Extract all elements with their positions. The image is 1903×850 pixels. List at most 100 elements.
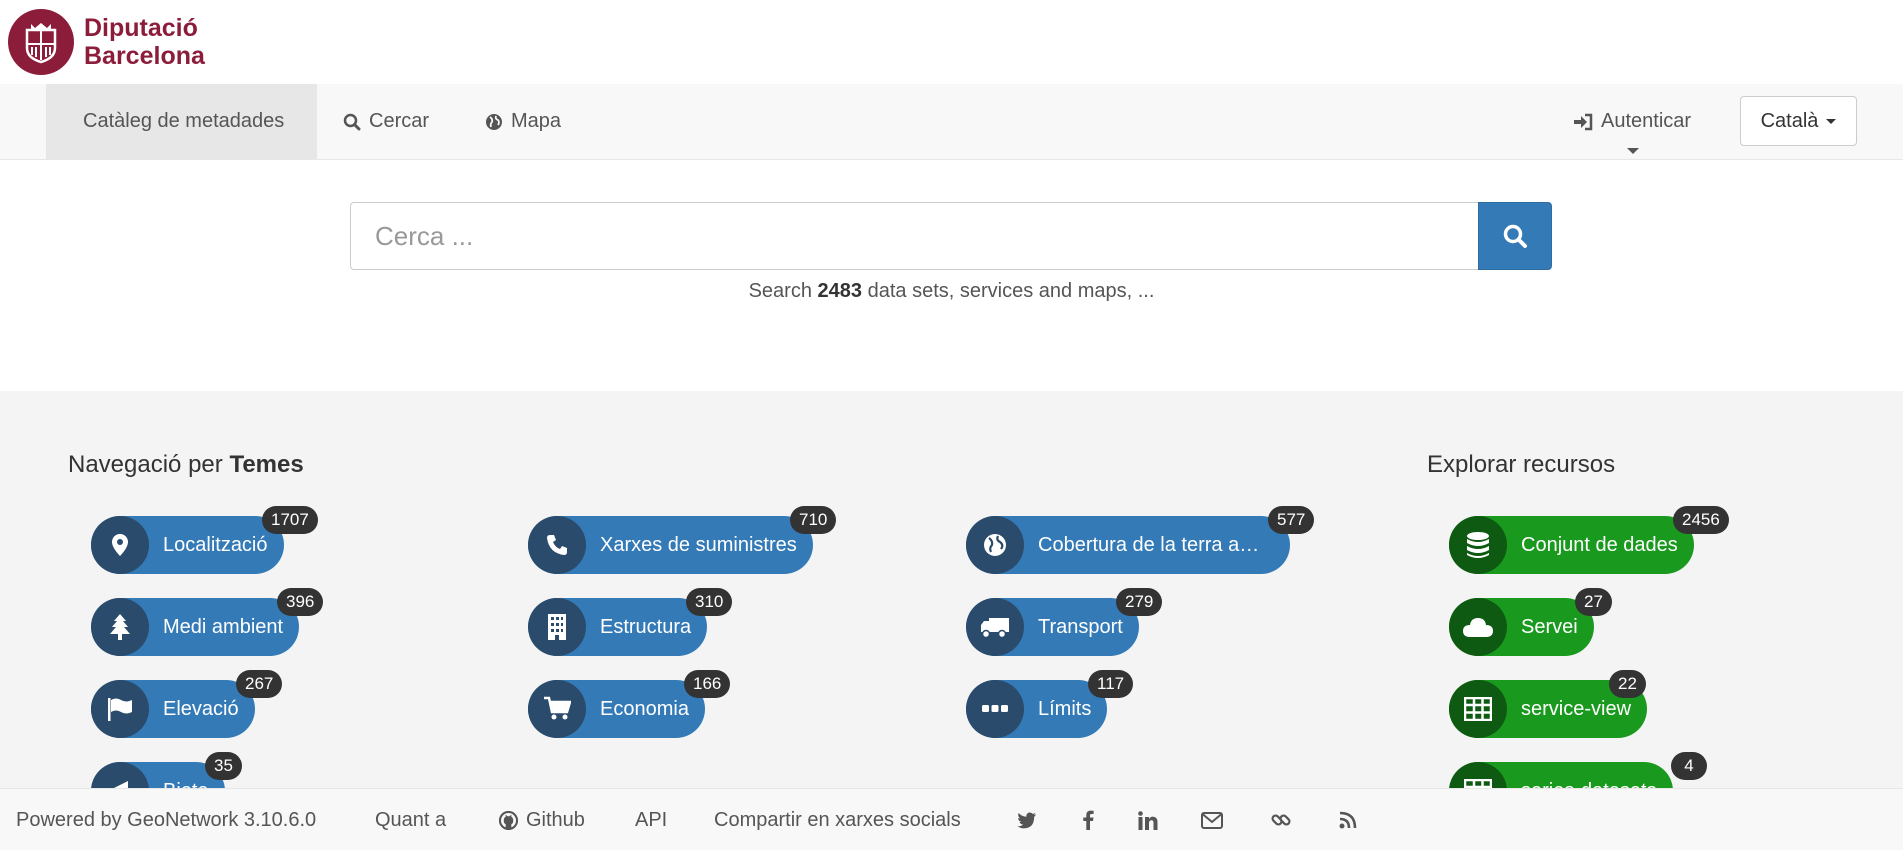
topic-chip-economia[interactable]: Economia 166 — [528, 670, 731, 738]
main-navbar: Catàleg de metadades Cercar Mapa Autenti… — [0, 84, 1903, 160]
email-icon[interactable] — [1201, 789, 1231, 850]
table-icon — [1449, 762, 1507, 788]
count-badge: 396 — [277, 588, 324, 616]
resource-label: service-view — [1521, 697, 1632, 720]
search-icon — [1503, 224, 1527, 248]
phone-icon — [528, 516, 586, 574]
footer-api-link[interactable]: API — [635, 789, 667, 850]
language-label: Català — [1760, 109, 1819, 132]
github-label: Github — [526, 808, 585, 831]
topic-label: Estructura — [600, 615, 692, 638]
logo[interactable]: Diputació Barcelona — [8, 9, 205, 75]
count-badge: 1707 — [262, 506, 318, 534]
header: Diputació Barcelona — [0, 0, 1903, 84]
browse-section: Navegació per Temes Explorar recursos Lo… — [0, 391, 1903, 788]
coat-of-arms-icon — [8, 9, 74, 75]
search-input[interactable] — [350, 202, 1478, 270]
resources-title: Explorar recursos — [1427, 451, 1616, 478]
tree-icon — [91, 598, 149, 656]
footer-powered-by[interactable]: Powered by GeoNetwork 3.10.6.0 — [16, 789, 316, 850]
nav-search[interactable]: Cercar — [343, 84, 429, 159]
topic-label: Cobertura de la terra amb mapes de base … — [1038, 533, 1290, 556]
resource-label: Servei — [1521, 615, 1578, 638]
building-icon — [528, 598, 586, 656]
topic-chip-limits[interactable]: Límits 117 — [966, 670, 1134, 738]
brand-name: Diputació Barcelona — [84, 14, 205, 70]
search-hint-suffix: data sets, services and maps, ... — [867, 280, 1155, 302]
search-bar — [350, 202, 1552, 270]
count-badge: 2456 — [1673, 506, 1729, 534]
footer-about-link[interactable]: Quant a — [375, 789, 446, 850]
github-icon — [499, 810, 518, 830]
resource-chip-service[interactable]: Servei 27 — [1449, 588, 1612, 656]
record-count: 2483 — [817, 280, 863, 302]
sign-in-icon — [1574, 113, 1593, 130]
count-badge: 35 — [205, 752, 242, 780]
topic-chip-biota[interactable]: Biota 35 — [91, 752, 242, 789]
search-hint: Search 2483 data sets, services and maps… — [0, 280, 1903, 303]
topics-title-prefix: Navegació per — [68, 451, 223, 478]
topic-chip-xarxes[interactable]: Xarxes de suministres 710 — [528, 506, 837, 574]
facebook-icon[interactable] — [1083, 789, 1102, 850]
table-icon — [1449, 680, 1507, 738]
footer-share-label: Compartir en xarxes socials — [714, 808, 961, 831]
chevron-down-icon — [1826, 118, 1837, 124]
count-badge: 22 — [1609, 670, 1646, 698]
topic-chip-cobertura[interactable]: Cobertura de la terra amb mapes de base … — [966, 506, 1315, 574]
topic-chip-transport[interactable]: Transport 279 — [966, 588, 1163, 656]
footer: Powered by GeoNetwork 3.10.6.0 Quant a G… — [0, 788, 1903, 850]
count-badge: 4 — [1671, 752, 1707, 780]
topic-label: Xarxes de suministres — [600, 533, 797, 556]
count-badge: 117 — [1088, 670, 1134, 698]
topic-chip-medi-ambient[interactable]: Medi ambient 396 — [91, 588, 324, 656]
resource-label: Conjunt de dades — [1521, 533, 1678, 556]
resource-chip-service-view[interactable]: service-view 22 — [1449, 670, 1648, 738]
brand-line-2: Barcelona — [84, 42, 205, 70]
topic-label: Límits — [1038, 697, 1092, 720]
nav-map[interactable]: Mapa — [485, 84, 561, 159]
count-badge: 577 — [1268, 506, 1315, 534]
resource-chip-series-datasets[interactable]: series-datasets 4 — [1449, 752, 1707, 789]
count-badge: 310 — [686, 588, 733, 616]
search-icon — [343, 113, 361, 130]
login-caret-icon — [1627, 148, 1639, 154]
count-badge: 267 — [236, 670, 283, 698]
nav-catalog-label: Catàleg de metadades — [83, 110, 285, 132]
count-badge: 279 — [1116, 588, 1163, 616]
search-hint-prefix: Search — [748, 280, 812, 302]
permalink-icon[interactable] — [1271, 789, 1299, 850]
topic-chip-elevacio[interactable]: Elevació 267 — [91, 670, 283, 738]
topic-label: Localització — [163, 533, 268, 556]
linkedin-icon[interactable] — [1138, 789, 1166, 850]
topic-chip-localitzacio[interactable]: Localització 1707 — [91, 506, 318, 574]
globe-icon — [966, 516, 1024, 574]
cloud-icon — [1449, 598, 1507, 656]
count-badge: 710 — [790, 506, 837, 534]
resource-chip-dataset[interactable]: Conjunt de dades 2456 — [1449, 506, 1729, 574]
ellipsis-icon — [966, 680, 1024, 738]
count-badge: 27 — [1575, 588, 1612, 616]
nav-catalog[interactable]: Catàleg de metadades — [46, 84, 317, 159]
nav-map-label: Mapa — [511, 110, 562, 132]
twitter-icon[interactable] — [1017, 789, 1045, 850]
cart-icon — [528, 680, 586, 738]
topic-label: Biota — [149, 780, 225, 789]
language-dropdown[interactable]: Català — [1740, 96, 1857, 146]
login-label: Autenticar — [1601, 110, 1692, 132]
resource-label: series-datasets — [1507, 780, 1673, 789]
brand-line-1: Diputació — [84, 14, 198, 42]
topic-label: Medi ambient — [163, 615, 284, 638]
search-button[interactable] — [1478, 202, 1552, 270]
footer-github-link[interactable]: Github — [499, 789, 585, 850]
rss-icon[interactable] — [1339, 789, 1365, 850]
topic-label: Transport — [1038, 615, 1123, 638]
topic-label: Economia — [600, 697, 689, 720]
bullhorn-icon — [91, 762, 149, 788]
count-badge: 166 — [684, 670, 731, 698]
topic-chip-estructura[interactable]: Estructura 310 — [528, 588, 733, 656]
globe-icon — [486, 113, 502, 130]
flag-icon — [91, 680, 149, 738]
topic-label: Elevació — [163, 697, 239, 720]
topics-title: Navegació per Temes — [68, 451, 304, 479]
map-marker-icon — [91, 516, 149, 574]
